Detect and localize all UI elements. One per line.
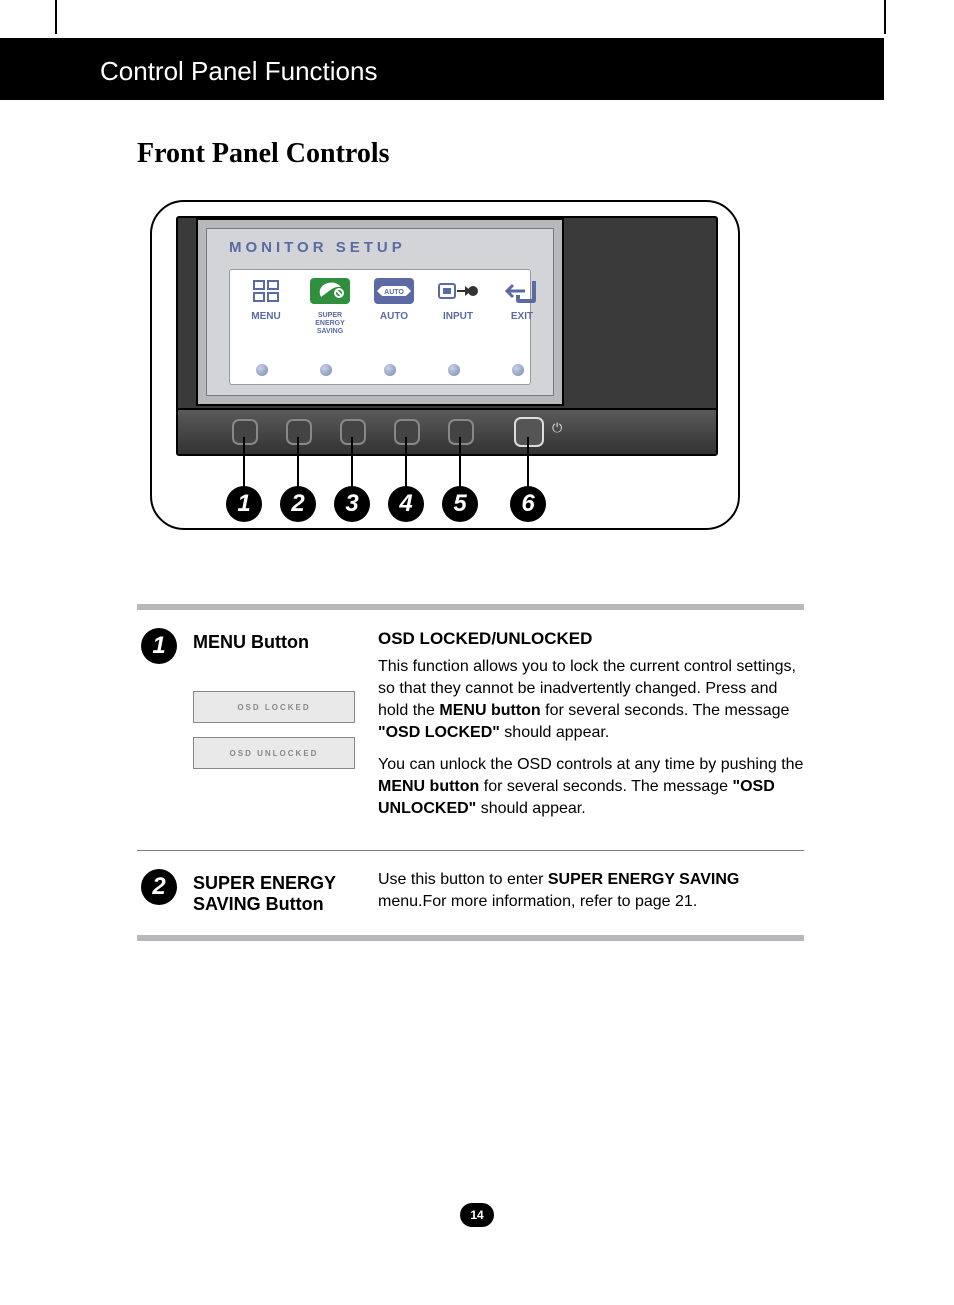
- callout-6: 6: [510, 486, 546, 522]
- leader-line: [297, 437, 299, 489]
- page-number: 14: [460, 1203, 494, 1227]
- callout-2: 2: [280, 486, 316, 522]
- screen-bezel: MONITOR SETUP MENU SUPERENERGY: [196, 218, 564, 406]
- callout-1: 1: [226, 486, 262, 522]
- front-panel-illustration: MONITOR SETUP MENU SUPERENERGY: [150, 200, 740, 530]
- grid-icon: [245, 276, 287, 306]
- power-icon: ⏻: [552, 420, 562, 436]
- auto-icon: AUTO: [373, 276, 415, 306]
- chapter-title: Control Panel Functions: [100, 56, 377, 87]
- osd-label: INPUT: [428, 312, 488, 322]
- osd-unlocked-graphic: OSD UNLOCKED: [193, 737, 355, 769]
- osd-label: MENU: [236, 312, 296, 322]
- crop-mark: [55, 0, 57, 34]
- indicator-dot: [256, 364, 268, 376]
- description-paragraph: This function allows you to lock the cur…: [378, 656, 804, 744]
- leader-line: [351, 437, 353, 489]
- svg-text:AUTO: AUTO: [384, 289, 404, 296]
- table-row: 1 MENU Button OSD LOCKED OSD UNLOCKED OS…: [137, 610, 804, 850]
- indicator-dot: [512, 364, 524, 376]
- hardware-button-4: [394, 419, 420, 445]
- description: OSD LOCKED/UNLOCKED This function allows…: [378, 628, 804, 830]
- description-paragraph: You can unlock the OSD controls at any t…: [378, 754, 804, 820]
- osd-item-menu: MENU: [236, 276, 296, 322]
- callout-4: 4: [388, 486, 424, 522]
- hardware-button-power: [514, 417, 544, 447]
- button-name: SUPER ENERGY SAVING Button: [193, 873, 362, 915]
- indicator-dot: [320, 364, 332, 376]
- crop-mark: [884, 0, 886, 34]
- leader-line: [243, 437, 245, 489]
- osd-locked-graphic: OSD LOCKED: [193, 691, 355, 723]
- exit-icon: [501, 276, 543, 306]
- row-number-badge: 1: [141, 628, 177, 664]
- leaf-icon: [309, 276, 351, 306]
- osd-label: AUTO: [364, 312, 424, 322]
- monitor-bezel-bottom: ⏻: [178, 408, 716, 454]
- osd-label: SUPERENERGYSAVING: [300, 312, 360, 336]
- hardware-button-3: [340, 419, 366, 445]
- leader-line: [527, 437, 529, 489]
- description-heading: OSD LOCKED/UNLOCKED: [378, 628, 804, 650]
- description: Use this button to enter SUPER ENERGY SA…: [378, 869, 804, 915]
- osd-item-exit: EXIT: [492, 276, 552, 322]
- table-row: 2 SUPER ENERGY SAVING Button Use this bu…: [137, 851, 804, 935]
- osd-item-input: INPUT: [428, 276, 488, 322]
- callout-5: 5: [442, 486, 478, 522]
- indicator-dot: [448, 364, 460, 376]
- section-title: Front Panel Controls: [137, 138, 390, 170]
- rule: [137, 935, 804, 941]
- button-name: MENU Button: [193, 632, 362, 653]
- screen: MONITOR SETUP MENU SUPERENERGY: [206, 228, 554, 396]
- leader-line: [459, 437, 461, 489]
- row-number-badge: 2: [141, 869, 177, 905]
- hardware-button-5: [448, 419, 474, 445]
- osd-item-energy: SUPERENERGYSAVING: [300, 276, 360, 336]
- hardware-button-2: [286, 419, 312, 445]
- hardware-button-1: [232, 419, 258, 445]
- osd-item-auto: AUTO AUTO: [364, 276, 424, 322]
- indicator-dots: [230, 364, 530, 378]
- osd-label: EXIT: [492, 312, 552, 322]
- input-icon: [437, 276, 479, 306]
- indicator-dot: [384, 364, 396, 376]
- leader-line: [405, 437, 407, 489]
- osd-menu-row: MENU SUPERENERGYSAVING AUTO A: [229, 269, 531, 385]
- monitor-body: MONITOR SETUP MENU SUPERENERGY: [176, 216, 718, 456]
- button-description-table: 1 MENU Button OSD LOCKED OSD UNLOCKED OS…: [137, 604, 804, 941]
- osd-title: MONITOR SETUP: [229, 239, 406, 256]
- callout-3: 3: [334, 486, 370, 522]
- chapter-header: Control Panel Functions: [0, 38, 884, 100]
